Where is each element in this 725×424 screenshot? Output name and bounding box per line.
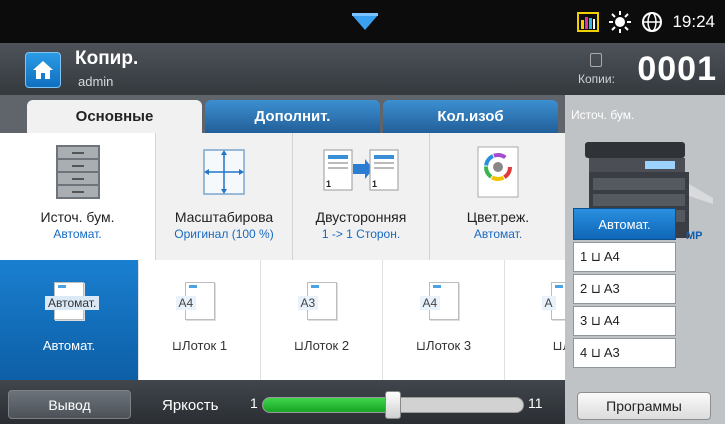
home-button[interactable]	[25, 52, 61, 88]
source-item-2[interactable]: 2 ⊔ A3	[573, 274, 676, 304]
option-value: Оригинал (100 %)	[174, 227, 274, 241]
paper-icon: A	[541, 282, 565, 320]
tab-basic[interactable]: Основные	[27, 100, 202, 133]
brightness-icon[interactable]	[608, 10, 632, 34]
tray-label: ⊔Лоток 3	[415, 338, 472, 353]
copies-label: Копии:	[578, 72, 615, 86]
tray-list: Автомат. Автомат. A4 ⊔Лоток 1 A3 ⊔Лоток …	[0, 260, 565, 380]
app-header: Копир. admin Копии: 0001	[0, 43, 725, 95]
option-duplex[interactable]: 1 1 Двусторонняя 1 -> 1 Сторон.	[292, 133, 429, 260]
svg-text:1: 1	[326, 179, 331, 189]
source-item-auto[interactable]: Автомат.	[573, 208, 676, 240]
duplex-icon: 1 1	[321, 143, 401, 201]
status-bar: 19:24	[0, 0, 725, 43]
paper-icon: A4	[419, 282, 459, 320]
output-button[interactable]: Вывод	[8, 390, 131, 419]
brightness-min: 1	[250, 395, 258, 411]
source-item-4[interactable]: 4 ⊔ A3	[573, 338, 676, 368]
tray-item-auto[interactable]: Автомат. Автомат.	[0, 260, 138, 380]
tray-icon: ⊔	[171, 338, 183, 353]
source-item-3[interactable]: 3 ⊔ A4	[573, 306, 676, 336]
tray-item-1[interactable]: A4 ⊔Лоток 1	[138, 260, 260, 380]
pull-down-icon[interactable]	[350, 13, 380, 33]
user-name: admin	[78, 74, 114, 89]
svg-text:1: 1	[372, 179, 377, 189]
option-tiles: Источ. бум. Автомат. Масштабирова Оригин…	[0, 133, 565, 260]
tab-advanced[interactable]: Дополнит.	[205, 100, 380, 133]
tray-label: ⊔Ло	[553, 338, 565, 354]
toner-level-icon[interactable]	[576, 10, 600, 34]
brightness-max: 11	[528, 395, 543, 411]
option-paper-source[interactable]: Источ. бум. Автомат.	[0, 133, 155, 260]
option-value: Автомат.	[53, 227, 102, 241]
tray-item-4[interactable]: A ⊔Ло	[504, 260, 565, 380]
tray-item-2[interactable]: A3 ⊔Лоток 2	[260, 260, 382, 380]
source-item-1[interactable]: 1 ⊔ A4	[573, 242, 676, 272]
tray-icon: ⊔	[293, 338, 305, 353]
paper-trays-icon	[38, 143, 118, 201]
page-title: Копир.	[75, 48, 139, 69]
tray-label: ⊔Лоток 1	[171, 338, 228, 353]
option-label: Масштабирова	[174, 209, 274, 225]
panel-title: Источ. бум.	[571, 108, 635, 122]
paper-source-panel: Источ. бум. MP Автомат. 1 ⊔ A4 2 ⊔ A3 3 …	[565, 95, 725, 424]
tray-icon: ⊔	[552, 338, 563, 353]
tray-icon: ⊔	[415, 338, 427, 353]
option-value: 1 -> 1 Сторон.	[321, 227, 401, 241]
tab-image[interactable]: Кол.изоб	[383, 100, 558, 133]
option-value: Автомат.	[473, 227, 523, 241]
color-wheel-icon	[458, 143, 538, 201]
paper-icon: Автомат.	[45, 282, 100, 320]
clock-time: 19:24	[672, 11, 715, 31]
option-scale[interactable]: Масштабирова Оригинал (100 %)	[155, 133, 292, 260]
option-color-mode[interactable]: Цвет.реж. Автомат.	[429, 133, 566, 260]
brightness-fill	[263, 398, 394, 412]
tab-bar: Основные Дополнит. Кол.изоб	[0, 95, 565, 133]
copies-count[interactable]: 0001	[637, 50, 717, 89]
option-label: Цвет.реж.	[466, 209, 530, 225]
mp-label: MP	[686, 230, 703, 242]
option-label: Двусторонняя	[315, 209, 407, 225]
tray-label: Автомат.	[42, 338, 96, 353]
tray-item-3[interactable]: A4 ⊔Лоток 3	[382, 260, 504, 380]
tray-label: ⊔Лоток 2	[293, 338, 350, 353]
scale-icon	[184, 143, 264, 201]
paper-icon: A3	[297, 282, 337, 320]
source-list: Автомат. 1 ⊔ A4 2 ⊔ A3 3 ⊔ A4 4 ⊔ A3	[573, 208, 676, 370]
bottom-bar: Вывод Яркость 1 11	[0, 380, 565, 424]
brightness-slider-handle[interactable]	[385, 391, 401, 419]
programs-button[interactable]: Программы	[577, 392, 711, 420]
brightness-label: Яркость	[162, 397, 219, 414]
option-label: Источ. бум.	[40, 209, 115, 225]
copies-icon	[590, 53, 602, 67]
globe-icon[interactable]	[640, 10, 664, 34]
home-icon	[33, 61, 53, 79]
paper-icon: A4	[175, 282, 215, 320]
